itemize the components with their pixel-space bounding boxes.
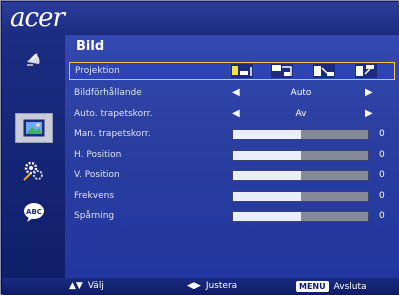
row-v-position[interactable]: V. Position 0 xyxy=(69,167,395,185)
slider-track[interactable] xyxy=(232,129,369,140)
slider-fill xyxy=(233,192,301,201)
row-label: Auto. trapetskorr. xyxy=(74,109,153,119)
footer-select-label: Välj xyxy=(87,281,104,291)
slider-value: 0 xyxy=(379,129,385,139)
up-down-arrows-icon: ▲▼ xyxy=(69,281,83,291)
select-value: Auto xyxy=(290,88,312,98)
select-value: Av xyxy=(295,109,307,119)
slider-fill xyxy=(233,171,301,180)
front-desk-icon[interactable] xyxy=(231,64,253,78)
osd-footer: ▲▼ Välj ◀▶ Justera MENU Avsluta xyxy=(2,278,399,295)
osd-window: acer ABC Bild Projektion Bildförhållande… xyxy=(0,0,399,295)
row-label: H. Position xyxy=(74,150,122,160)
slider-track[interactable] xyxy=(232,150,369,161)
slider-fill xyxy=(233,130,301,139)
language-icon[interactable]: ABC xyxy=(22,200,46,224)
row-label: Frekvens xyxy=(74,191,115,201)
right-arrow-icon[interactable]: ▶ xyxy=(365,108,373,119)
row-label: V. Position xyxy=(74,170,120,180)
row-bildforhallande[interactable]: Bildförhållande ◀ Auto ▶ xyxy=(69,85,395,103)
left-arrow-icon[interactable]: ◀ xyxy=(232,108,240,119)
slider-value: 0 xyxy=(379,191,385,201)
rear-desk-icon[interactable] xyxy=(271,64,293,78)
slider-value: 0 xyxy=(379,170,385,180)
row-man-trapetskorr[interactable]: Man. trapetskorr. 0 xyxy=(69,126,395,144)
front-ceiling-icon[interactable] xyxy=(313,64,335,78)
footer-select-hint: ▲▼ Välj xyxy=(69,281,104,291)
row-label: Man. trapetskorr. xyxy=(74,129,151,139)
menu-key-badge[interactable]: MENU xyxy=(296,281,329,292)
slider-track[interactable] xyxy=(232,170,369,181)
left-right-arrows-icon: ◀▶ xyxy=(187,281,201,291)
slider-fill xyxy=(233,212,301,221)
slider-fill xyxy=(233,151,301,160)
row-sparning[interactable]: Spårning 0 xyxy=(69,208,395,226)
footer-adjust-hint: ◀▶ Justera xyxy=(187,281,237,291)
row-projektion[interactable]: Projektion xyxy=(69,62,395,80)
slider-value: 0 xyxy=(379,150,385,160)
gears-icon[interactable] xyxy=(22,159,46,183)
slider-track[interactable] xyxy=(232,191,369,202)
row-h-position[interactable]: H. Position 0 xyxy=(69,147,395,165)
row-label: Projektion xyxy=(75,66,120,76)
category-sidebar: ABC xyxy=(2,35,65,278)
row-label: Bildförhållande xyxy=(74,88,142,98)
row-frekvens[interactable]: Frekvens 0 xyxy=(69,188,395,206)
row-label: Spårning xyxy=(74,211,115,221)
footer-adjust-label: Justera xyxy=(205,281,238,291)
slider-track[interactable] xyxy=(232,211,369,222)
satellite-dish-icon[interactable] xyxy=(22,47,46,71)
page-title: Bild xyxy=(76,39,105,54)
rear-ceiling-icon[interactable] xyxy=(355,64,377,78)
footer-exit-hint: MENU Avsluta xyxy=(296,281,367,292)
language-icon-text: ABC xyxy=(26,208,42,216)
left-arrow-icon[interactable]: ◀ xyxy=(232,87,240,98)
footer-exit-label: Avsluta xyxy=(333,281,367,292)
slider-value: 0 xyxy=(379,211,385,221)
row-auto-trapetskorr[interactable]: Auto. trapetskorr. ◀ Av ▶ xyxy=(69,106,395,124)
picture-icon[interactable] xyxy=(22,116,46,140)
right-arrow-icon[interactable]: ▶ xyxy=(365,87,373,98)
osd-header: acer xyxy=(2,2,399,35)
brand-logo: acer xyxy=(10,3,65,33)
